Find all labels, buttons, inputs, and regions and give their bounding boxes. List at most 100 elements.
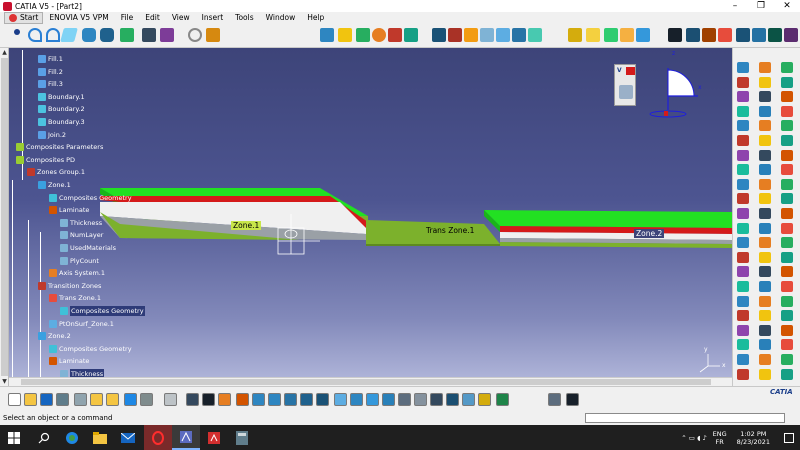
horizontal-scrollbar[interactable] (9, 377, 732, 386)
right-tool-icon[interactable] (737, 208, 749, 219)
right-tool-icon[interactable] (781, 178, 793, 190)
tree-node[interactable]: Boundary.2 (38, 104, 85, 114)
right-tool-icon[interactable] (781, 368, 793, 380)
bottom-tool-icon[interactable] (566, 393, 579, 406)
drape-tool-icon[interactable] (448, 28, 462, 42)
scroll-thumb[interactable] (1, 58, 8, 376)
check-tool-icon[interactable] (668, 28, 682, 42)
right-tool-icon[interactable] (737, 222, 749, 234)
right-tool-icon[interactable] (781, 310, 793, 322)
tree-node[interactable]: Trans Zone.1 (49, 293, 101, 303)
tree-node[interactable]: Zone.2 (38, 331, 71, 341)
mail-icon[interactable] (114, 425, 142, 450)
right-tool-icon[interactable] (759, 164, 771, 176)
menu-enovia[interactable]: ENOVIA V5 VPM (43, 12, 114, 24)
tree-node[interactable]: Composites PD (16, 155, 75, 165)
bottom-tool-icon[interactable] (202, 393, 215, 406)
ply-tool-icon[interactable] (320, 28, 334, 42)
right-tool-icon[interactable] (781, 208, 793, 219)
right-tool-icon[interactable] (759, 178, 771, 190)
right-tool-icon[interactable] (759, 222, 771, 234)
right-tool-icon[interactable] (737, 76, 749, 88)
tree-node[interactable]: PlyCount (60, 256, 99, 266)
producibility-tool-icon[interactable] (480, 28, 494, 42)
tree-node[interactable]: Boundary.3 (38, 117, 85, 127)
right-tool-icon[interactable] (759, 135, 771, 146)
bottom-tool-icon[interactable] (366, 393, 379, 406)
hscroll-thumb[interactable] (21, 379, 711, 385)
right-tool-icon[interactable] (759, 149, 771, 161)
right-tool-icon[interactable] (781, 266, 793, 278)
transition-tool-icon[interactable] (372, 28, 386, 42)
right-tool-icon[interactable] (759, 120, 771, 132)
bottom-tool-icon[interactable] (382, 393, 395, 406)
right-tool-icon[interactable] (781, 354, 793, 365)
thickness-tool-icon[interactable] (528, 28, 542, 42)
menu-tools[interactable]: Tools (229, 12, 259, 24)
tree-node[interactable]: Fill.1 (38, 54, 63, 64)
right-tool-icon[interactable] (759, 281, 771, 292)
menu-file[interactable]: File (115, 12, 140, 24)
bottom-tool-icon[interactable] (316, 393, 329, 406)
right-tool-icon[interactable] (781, 237, 793, 249)
right-tool-icon[interactable] (737, 266, 749, 278)
compass-icon[interactable] (649, 68, 698, 118)
arc-tool-icon[interactable] (46, 28, 60, 42)
transform-tool-icon[interactable] (142, 28, 156, 42)
widget-tool-icon[interactable] (619, 85, 633, 99)
stack-tool-icon[interactable] (338, 28, 352, 42)
grid-tool-icon[interactable] (686, 28, 700, 42)
menu-insert[interactable]: Insert (196, 12, 230, 24)
opera-icon[interactable] (144, 425, 172, 450)
tree-vertical-scrollbar[interactable]: ▲ ▼ (0, 48, 9, 386)
right-tool-icon[interactable] (781, 135, 793, 146)
right-tool-icon[interactable] (759, 295, 771, 307)
bottom-tool-icon[interactable] (430, 393, 443, 406)
right-tool-icon[interactable] (759, 193, 771, 205)
search-icon[interactable] (30, 425, 58, 450)
right-tool-icon[interactable] (759, 251, 771, 263)
bottom-tool-icon[interactable] (548, 393, 561, 406)
surface-tool-icon[interactable] (60, 28, 78, 42)
analysis-tool-icon[interactable] (188, 28, 202, 42)
right-tool-icon[interactable] (737, 149, 749, 161)
right-tool-icon[interactable] (737, 91, 749, 103)
calculator-icon[interactable] (228, 425, 256, 450)
right-tool-icon[interactable] (781, 105, 793, 117)
bottom-tool-icon[interactable] (56, 393, 69, 406)
menu-edit[interactable]: Edit (139, 12, 166, 24)
floating-toolbar-widget[interactable]: V (614, 64, 636, 106)
rotate-tool-icon[interactable] (604, 28, 618, 42)
core-tool-icon[interactable] (388, 28, 402, 42)
tree-node[interactable]: Fill.2 (38, 67, 63, 77)
flatten-tool-icon[interactable] (464, 28, 478, 42)
right-tool-icon[interactable] (781, 295, 793, 307)
menu-view[interactable]: View (166, 12, 196, 24)
law-tool-icon[interactable] (206, 28, 220, 42)
tree-node[interactable]: Composites Geometry (60, 306, 145, 316)
acrobat-icon[interactable] (200, 425, 228, 450)
bottom-tool-icon[interactable] (398, 393, 411, 406)
right-tool-icon[interactable] (759, 237, 771, 249)
bottom-tool-icon[interactable] (334, 393, 347, 406)
bottom-tool-icon[interactable] (252, 393, 265, 406)
bottom-tool-icon[interactable] (350, 393, 363, 406)
close-button[interactable]: ✕ (774, 0, 800, 12)
tree-node[interactable]: Boundary.1 (38, 92, 85, 102)
right-tool-icon[interactable] (737, 178, 749, 190)
right-tool-icon[interactable] (781, 324, 793, 336)
bottom-tool-icon[interactable] (446, 393, 459, 406)
bottom-tool-icon[interactable] (90, 393, 103, 406)
tree-node[interactable]: Laminate (49, 356, 89, 366)
cut-tool-icon[interactable] (718, 28, 732, 42)
right-tool-icon[interactable] (737, 281, 749, 292)
right-tool-icon[interactable] (759, 105, 771, 117)
right-tool-icon[interactable] (737, 339, 749, 351)
bottom-tool-icon[interactable] (106, 393, 119, 406)
tree-node[interactable]: Composites Parameters (16, 142, 103, 152)
menu-start[interactable]: Start (4, 12, 44, 24)
right-tool-icon[interactable] (759, 339, 771, 351)
tray-icons[interactable]: ⌃ ▭ ◖ ♪ (681, 434, 706, 442)
scroll-up-icon[interactable]: ▲ (0, 48, 9, 57)
tree-node[interactable]: Thickness (60, 218, 102, 228)
